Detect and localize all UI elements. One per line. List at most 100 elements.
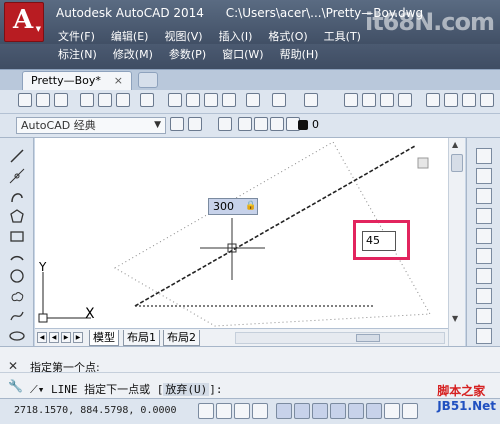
redo-icon[interactable] (304, 93, 318, 107)
layer-properties-icon[interactable] (218, 117, 232, 131)
first-layout-icon[interactable]: ◀ (37, 332, 47, 343)
tool-palettes-icon[interactable] (462, 93, 476, 107)
angle-input-value: 45 (366, 234, 380, 247)
publish-icon[interactable] (116, 93, 130, 107)
horizontal-scrollbar[interactable] (235, 332, 445, 344)
prev-layout-icon[interactable]: ◀ (49, 332, 59, 343)
plot-icon[interactable] (140, 93, 154, 107)
tab-layout2[interactable]: 布局2 (163, 330, 200, 346)
footer-watermark-blue: JB51.Net (437, 399, 496, 413)
menu-modify[interactable]: 修改(M) (105, 46, 161, 64)
workspace-settings-icon[interactable] (170, 117, 184, 131)
close-icon[interactable]: × (114, 74, 123, 87)
trim-icon[interactable] (476, 328, 492, 344)
polyline-icon[interactable] (9, 188, 25, 204)
length-input-value: 300 (213, 200, 234, 213)
zoom-realtime-icon[interactable] (362, 93, 376, 107)
pan-icon[interactable] (344, 93, 358, 107)
scroll-down-icon[interactable]: ▼ (452, 314, 458, 323)
layer-name[interactable]: 0 (312, 118, 319, 131)
arc-icon[interactable] (9, 248, 25, 264)
snap-mode-icon[interactable] (216, 403, 232, 419)
layer-lock-icon[interactable] (270, 117, 284, 131)
dynamic-input-icon[interactable] (366, 403, 382, 419)
wrench-icon[interactable]: 🔧 (8, 379, 23, 393)
menu-window[interactable]: 窗口(W) (214, 46, 271, 64)
scale-icon[interactable] (476, 288, 492, 304)
rotate-icon[interactable] (476, 268, 492, 284)
polar-tracking-icon[interactable] (276, 403, 292, 419)
app-title: Autodesk AutoCAD 2014 (56, 6, 204, 20)
array-icon[interactable] (476, 228, 492, 244)
length-dynamic-input[interactable]: 300 🔒 (208, 198, 258, 215)
copy-object-icon[interactable] (476, 168, 492, 184)
vertical-scrollbar[interactable]: ▲ ▼ (448, 138, 465, 346)
print-preview-icon[interactable] (98, 93, 112, 107)
3d-object-snap-icon[interactable] (312, 403, 328, 419)
angle-dynamic-input[interactable]: 45 (362, 231, 396, 251)
autocad-logo-icon: A (13, 5, 34, 35)
circle-icon[interactable] (9, 268, 25, 284)
print-icon[interactable] (80, 93, 94, 107)
zoom-previous-icon[interactable] (398, 93, 412, 107)
next-layout-icon[interactable]: ▶ (61, 332, 71, 343)
command-prompt[interactable]: ⟋▾ LINE 指定下一点或 [放弃(U)]: (30, 381, 222, 397)
layer-freeze-icon[interactable] (254, 117, 268, 131)
scrollbar-thumb[interactable] (451, 154, 463, 172)
workspace-toolbar: AutoCAD 经典 ▼ 0 (0, 114, 500, 138)
spline-icon[interactable] (9, 308, 25, 324)
command-name: LINE (50, 383, 78, 396)
block-editor-icon[interactable] (246, 93, 260, 107)
zoom-window-icon[interactable] (380, 93, 394, 107)
rectangle-icon[interactable] (9, 228, 25, 244)
stretch-icon[interactable] (476, 308, 492, 324)
dynamic-ucs-icon[interactable] (348, 403, 364, 419)
ellipse-icon[interactable] (9, 328, 25, 344)
viewcube-icon[interactable] (417, 157, 429, 169)
menu-dimension[interactable]: 标注(N) (50, 46, 105, 64)
new-file-icon[interactable] (18, 93, 32, 107)
ortho-mode-icon[interactable] (252, 403, 268, 419)
construction-line-icon[interactable] (9, 168, 25, 184)
undo-icon[interactable] (272, 93, 286, 107)
lineweight-icon[interactable] (384, 403, 400, 419)
menu-parametric[interactable]: 参数(P) (161, 46, 214, 64)
grid-display-icon[interactable] (234, 403, 250, 419)
move-icon[interactable] (476, 248, 492, 264)
close-icon[interactable]: ✕ (8, 359, 18, 373)
match-properties-icon[interactable] (222, 93, 236, 107)
scroll-up-icon[interactable]: ▲ (452, 140, 458, 149)
paste-icon[interactable] (204, 93, 218, 107)
offset-icon[interactable] (476, 208, 492, 224)
properties-icon[interactable] (426, 93, 440, 107)
design-center-icon[interactable] (444, 93, 458, 107)
save-icon[interactable] (54, 93, 68, 107)
object-snap-icon[interactable] (294, 403, 310, 419)
menu-help[interactable]: 帮助(H) (272, 46, 327, 64)
object-snap-tracking-icon[interactable] (330, 403, 346, 419)
copy-icon[interactable] (186, 93, 200, 107)
cut-icon[interactable] (168, 93, 182, 107)
transparency-icon[interactable] (402, 403, 418, 419)
tab-layout1[interactable]: 布局1 (123, 330, 160, 346)
last-layout-icon[interactable]: ▶ (73, 332, 83, 343)
layer-color-icon (298, 120, 308, 130)
open-file-icon[interactable] (36, 93, 50, 107)
workspace-menu-icon[interactable] (188, 117, 202, 131)
polygon-icon[interactable] (9, 208, 25, 224)
mirror-icon[interactable] (476, 188, 492, 204)
new-tab-button[interactable] (138, 72, 158, 88)
scrollbar-thumb[interactable] (356, 334, 380, 342)
status-bar: 2718.1570, 884.5798, 0.0000 (0, 398, 500, 424)
workspace-select[interactable]: AutoCAD 经典 ▼ (16, 117, 166, 134)
erase-icon[interactable] (476, 148, 492, 164)
infer-constraints-icon[interactable] (198, 403, 214, 419)
application-menu-button[interactable]: A ▼ (4, 2, 44, 42)
document-tab[interactable]: Pretty—Boy* × (22, 71, 132, 90)
line-icon[interactable] (9, 148, 25, 164)
layer-on-icon[interactable] (238, 117, 252, 131)
undo-option[interactable]: 放弃(U) (163, 383, 210, 396)
tab-model[interactable]: 模型 (89, 330, 119, 346)
sheet-set-icon[interactable] (480, 93, 494, 107)
revision-cloud-icon[interactable] (9, 288, 25, 304)
